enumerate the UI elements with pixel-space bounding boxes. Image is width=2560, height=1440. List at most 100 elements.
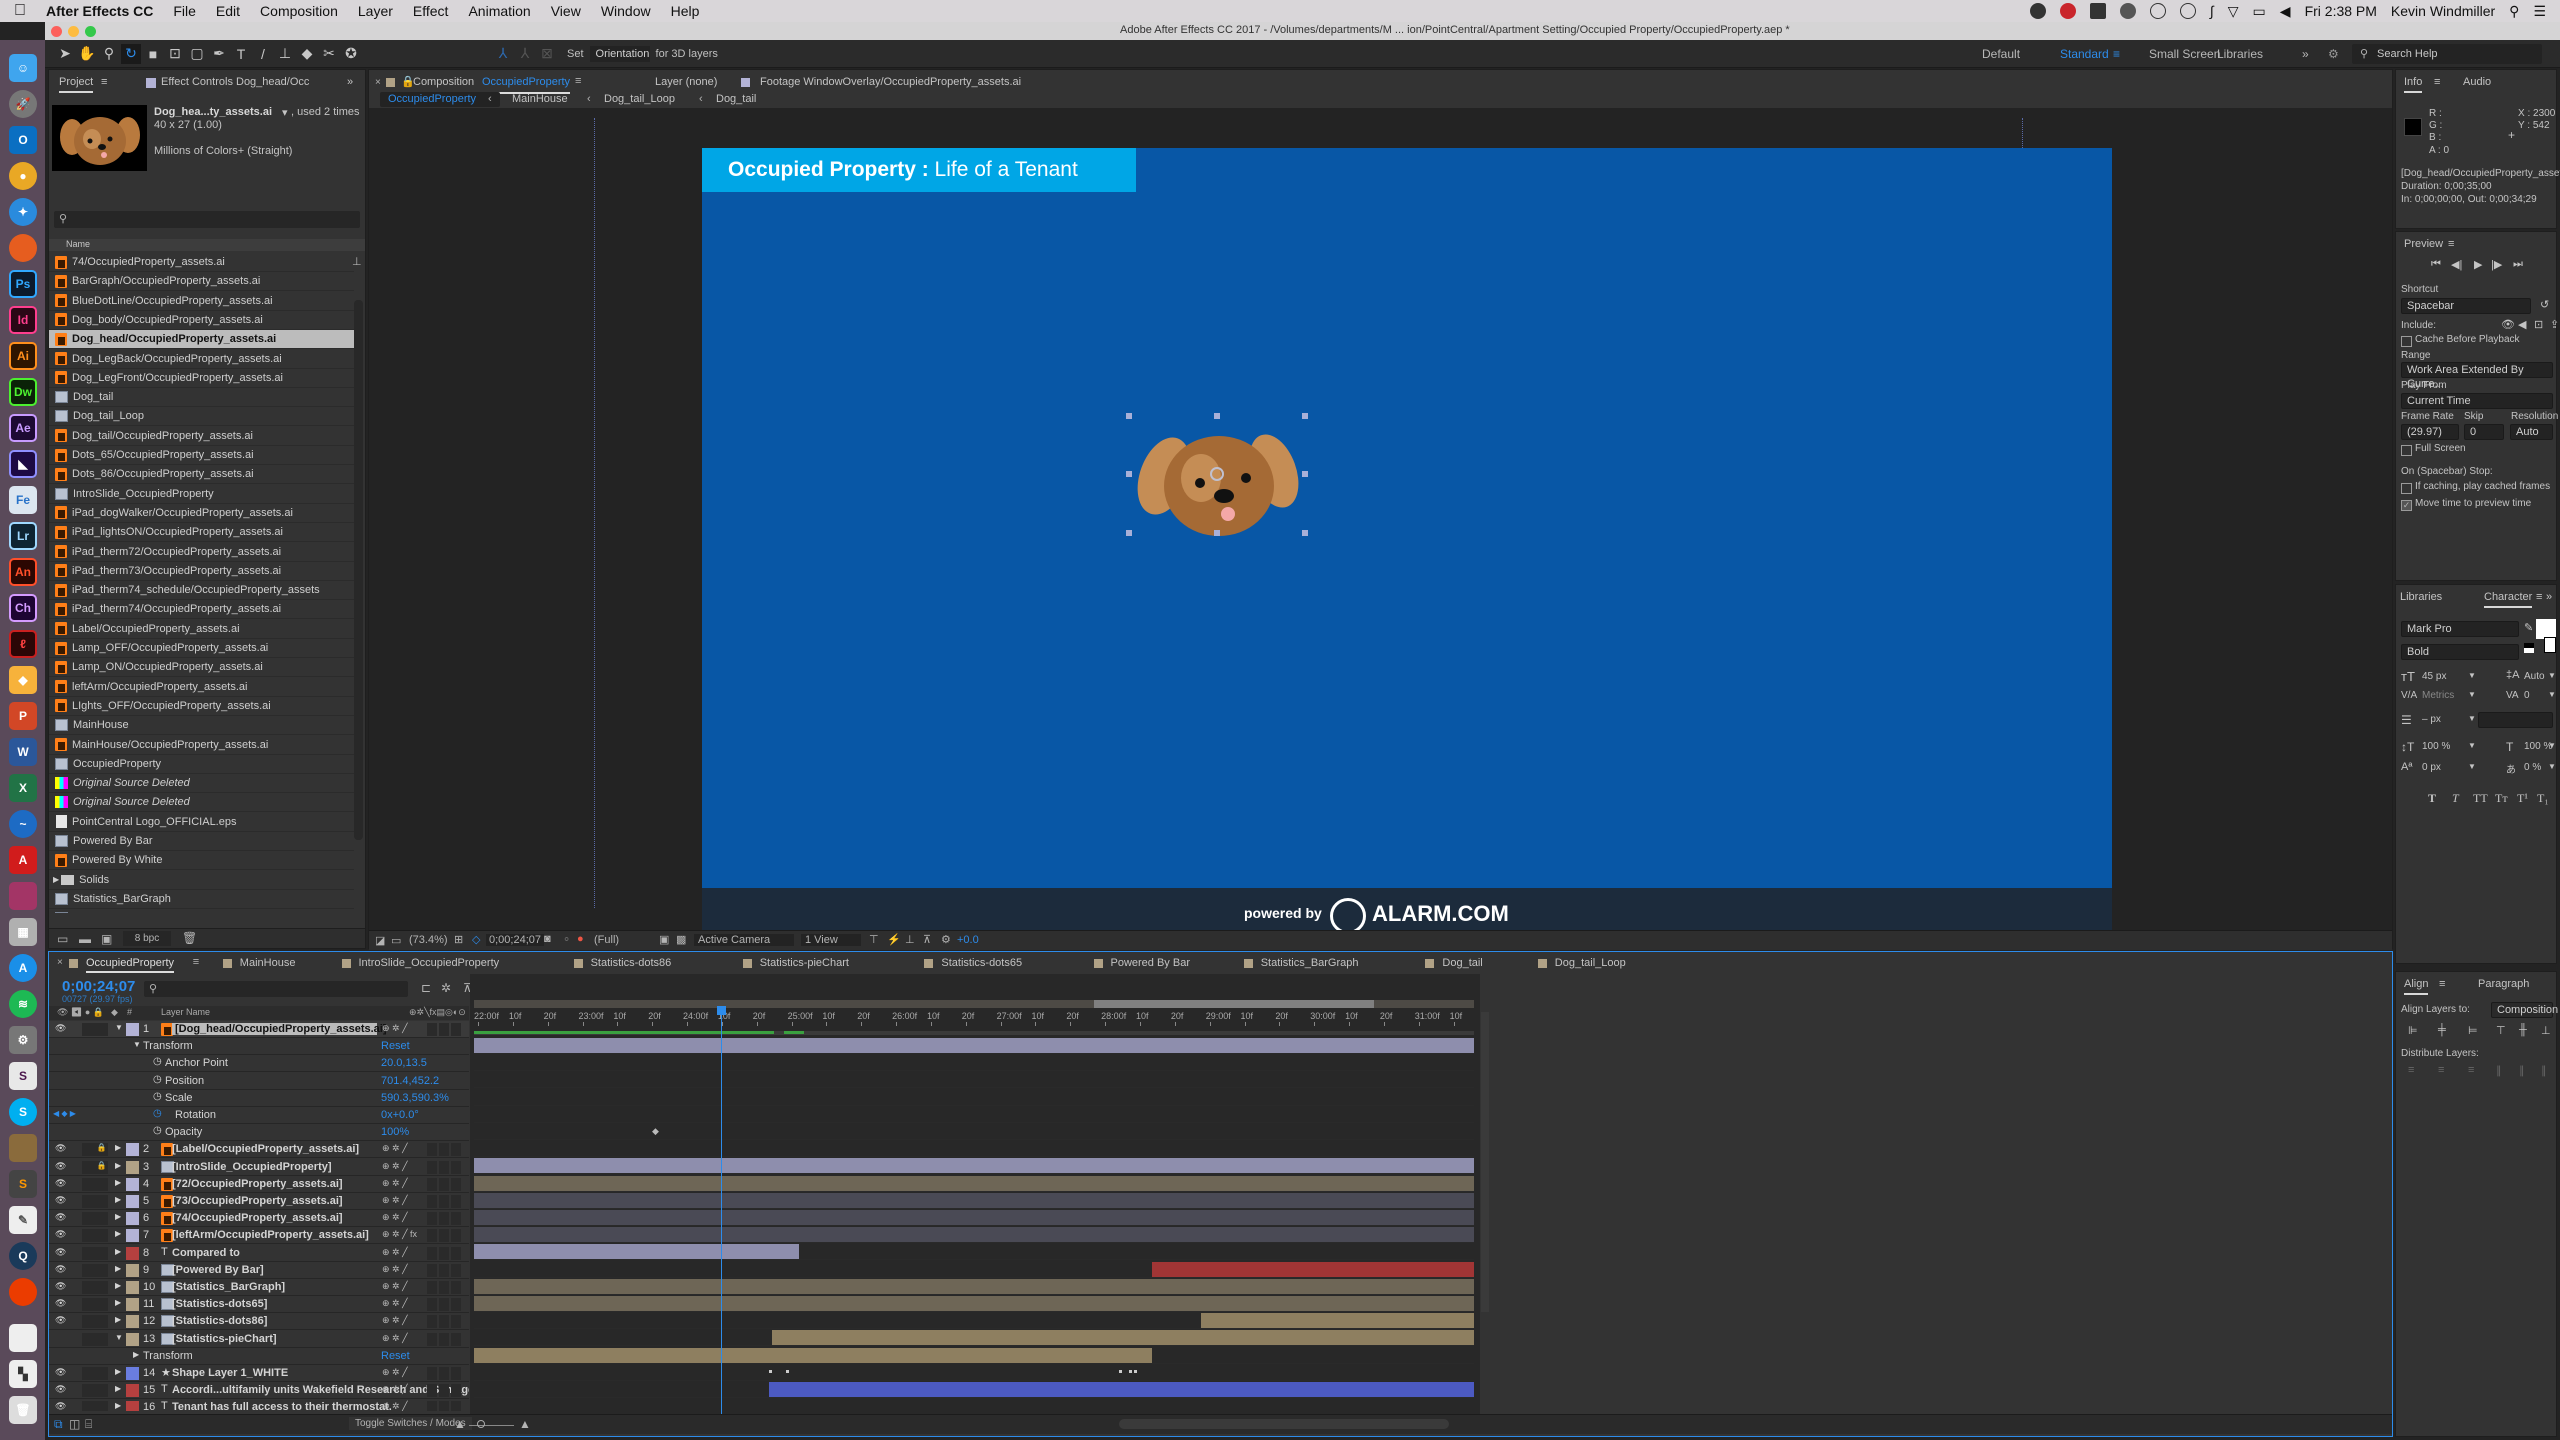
project-item[interactable]: PointCentral Logo_OFFICIAL.eps (49, 813, 354, 832)
property-value[interactable]: 100% (381, 1126, 409, 1138)
layer-duration-bar[interactable] (769, 1382, 1474, 1397)
solo-toggle[interactable] (82, 1384, 95, 1398)
twirl-arrow-icon[interactable]: ▶ (115, 1143, 121, 1152)
project-item[interactable]: Dog_tail/OccupiedProperty_assets.ai (49, 427, 354, 446)
zoom-in-icon[interactable]: ▲ (519, 1417, 531, 1431)
tab-align[interactable]: Align (2404, 978, 2429, 995)
show-snapshot-icon[interactable]: ⚬ (562, 933, 571, 946)
world-axis-icon[interactable]: ⅄ (515, 44, 535, 64)
mode-switch[interactable] (451, 1160, 461, 1174)
new-folder-icon[interactable]: ▬ (79, 932, 91, 946)
reset-link[interactable]: Reset (381, 1040, 410, 1052)
document-icon[interactable] (9, 1324, 37, 1352)
region-of-interest-icon[interactable]: ▣ (659, 933, 669, 946)
lock-toggle[interactable] (95, 1195, 108, 1208)
layer-duration-bar[interactable] (474, 1158, 1474, 1174)
label-color[interactable] (126, 1160, 139, 1174)
layer-switches[interactable]: ⊕ ✲ ╱ (382, 1178, 408, 1189)
mode-switch[interactable] (439, 1023, 449, 1036)
brush-tool-icon[interactable]: / (253, 44, 273, 64)
twirl-arrow-icon[interactable]: ▶ (115, 1212, 121, 1221)
app-menu[interactable]: After Effects CC (46, 3, 153, 19)
stroke-style-dropdown[interactable] (2478, 712, 2553, 728)
mode-switch[interactable] (427, 1401, 437, 1411)
lock-toggle[interactable] (95, 1315, 108, 1329)
previous-frame-icon[interactable]: ◀| (2451, 258, 2462, 271)
mode-switch[interactable] (427, 1160, 437, 1174)
label-color[interactable] (126, 1195, 139, 1208)
project-item[interactable]: 74/OccupiedProperty_assets.ai (49, 253, 354, 272)
tab-info[interactable]: Info (2404, 76, 2423, 93)
comp-mini-flowchart-icon[interactable]: ⊏ (421, 981, 431, 995)
clone-stamp-tool-icon[interactable]: ⊥ (275, 44, 295, 64)
twirl-arrow-icon[interactable]: ▼ (115, 1333, 123, 1342)
next-frame-icon[interactable]: |▶ (2491, 258, 2502, 271)
visibility-toggle-icon[interactable]: 👁 (55, 1023, 66, 1034)
label-color[interactable] (126, 1177, 139, 1191)
mode-switch[interactable] (451, 1212, 461, 1226)
tab-composition-label[interactable]: Composition (413, 76, 474, 88)
font-style-dropdown[interactable]: Bold (2401, 644, 2519, 660)
layer-name[interactable]: Tenant has full access to their thermost… (172, 1401, 392, 1411)
close-tab-icon[interactable]: × (375, 77, 381, 88)
timeline-tab[interactable]: MainHouse (240, 957, 296, 969)
bpc-button[interactable]: 8 bpc (123, 931, 171, 946)
align-bottom-icon[interactable]: ⊥ (2541, 1024, 2551, 1037)
mode-switch[interactable] (451, 1281, 461, 1294)
menu-view[interactable]: View (551, 3, 581, 19)
mode-switch[interactable] (427, 1177, 437, 1191)
label-color[interactable] (126, 1143, 139, 1157)
stopwatch-icon[interactable]: ◷ (153, 1125, 162, 1136)
layer-row[interactable]: 👁 ▶ 9 [Powered By Bar] ⊕ ✲ ╱ (49, 1261, 469, 1279)
project-item[interactable]: Statistics_BarGraph (49, 890, 354, 909)
new-composition-icon[interactable]: ▣ (101, 932, 112, 946)
visibility-toggle-icon[interactable]: 👁 (55, 1401, 66, 1411)
lock-toggle[interactable] (95, 1023, 108, 1036)
comp-menu-icon[interactable]: ≡ (575, 75, 581, 87)
expand-layer-switches-icon[interactable]: ⧉ (54, 1417, 63, 1432)
property-value[interactable]: 0x+0.0° (381, 1109, 419, 1121)
twirl-arrow-icon[interactable]: ▶ (115, 1298, 121, 1307)
tab-libraries[interactable]: Libraries (2400, 591, 2442, 603)
monitor-icon[interactable]: ▭ (391, 934, 401, 947)
type-tool-icon[interactable]: T (231, 44, 251, 64)
launchpad-icon[interactable]: 🚀 (9, 90, 37, 118)
mode-switch[interactable] (451, 1177, 461, 1191)
mask-visibility-icon[interactable]: ◇ (472, 933, 480, 946)
animate-icon[interactable]: An (9, 558, 37, 586)
puppet-pin-tool-icon[interactable]: ✪ (341, 44, 361, 64)
keyframe-dot[interactable] (786, 1369, 789, 1373)
layer-duration-bar[interactable] (474, 1210, 1474, 1225)
menu-edit[interactable]: Edit (216, 3, 240, 19)
project-item[interactable]: Dog_LegBack/OccupiedProperty_assets.ai (49, 350, 354, 369)
illustrator-icon[interactable]: Ai (9, 342, 37, 370)
timeline-tab[interactable]: Statistics_BarGraph (1261, 957, 1359, 969)
lock-toggle[interactable] (95, 1229, 108, 1243)
solo-toggle[interactable] (82, 1298, 95, 1312)
preview-menu-icon[interactable]: ≡ (2448, 238, 2454, 250)
close-tab-icon[interactable]: × (57, 957, 63, 968)
eyedropper-icon[interactable]: ✎ (2524, 621, 2533, 634)
layer-row[interactable]: 👁 ▼ 1 [Dog_head/OccupiedProperty_assets.ai]… (49, 1021, 469, 1038)
label-color[interactable] (126, 1263, 139, 1277)
finder-icon[interactable]: ☺ (9, 54, 37, 82)
layer-row[interactable]: 👁 🔒 ▶ 3 [IntroSlide_OccupiedProperty] ⊕ ✲ ╱ (49, 1158, 469, 1176)
photoshop-icon[interactable]: Ps (9, 270, 37, 298)
project-scrollbar[interactable] (354, 300, 363, 840)
keyframe-navigator-icon[interactable]: ◀ ◆ ▶ (53, 1109, 76, 1118)
visibility-toggle-icon[interactable]: 👁 (55, 1264, 66, 1275)
solo-toggle[interactable] (82, 1281, 95, 1294)
layer-duration-bar[interactable] (474, 1347, 1152, 1363)
layer-switches[interactable]: ⊕ ✲ ╱ (382, 1195, 408, 1206)
tab-character[interactable]: Character (2484, 591, 2533, 608)
lock-toggle[interactable] (95, 1281, 108, 1294)
visibility-toggle-icon[interactable]: 👁 (55, 1367, 66, 1378)
outlook-icon[interactable]: O (9, 126, 37, 154)
firefox-icon[interactable] (9, 234, 37, 262)
layer-row[interactable]: 👁 🔒 ▶ 2 [Label/OccupiedProperty_assets.ai] ⊕ … (49, 1141, 469, 1159)
frame-rate-dropdown[interactable]: (29.97) (2401, 424, 2459, 440)
keyframe-dot[interactable] (1129, 1369, 1132, 1373)
keyframe-icon[interactable]: ◆ (652, 1126, 659, 1137)
adobe-reader-icon[interactable]: A (9, 846, 37, 874)
project-item[interactable]: Dots_65/OccupiedProperty_assets.ai (49, 446, 354, 465)
